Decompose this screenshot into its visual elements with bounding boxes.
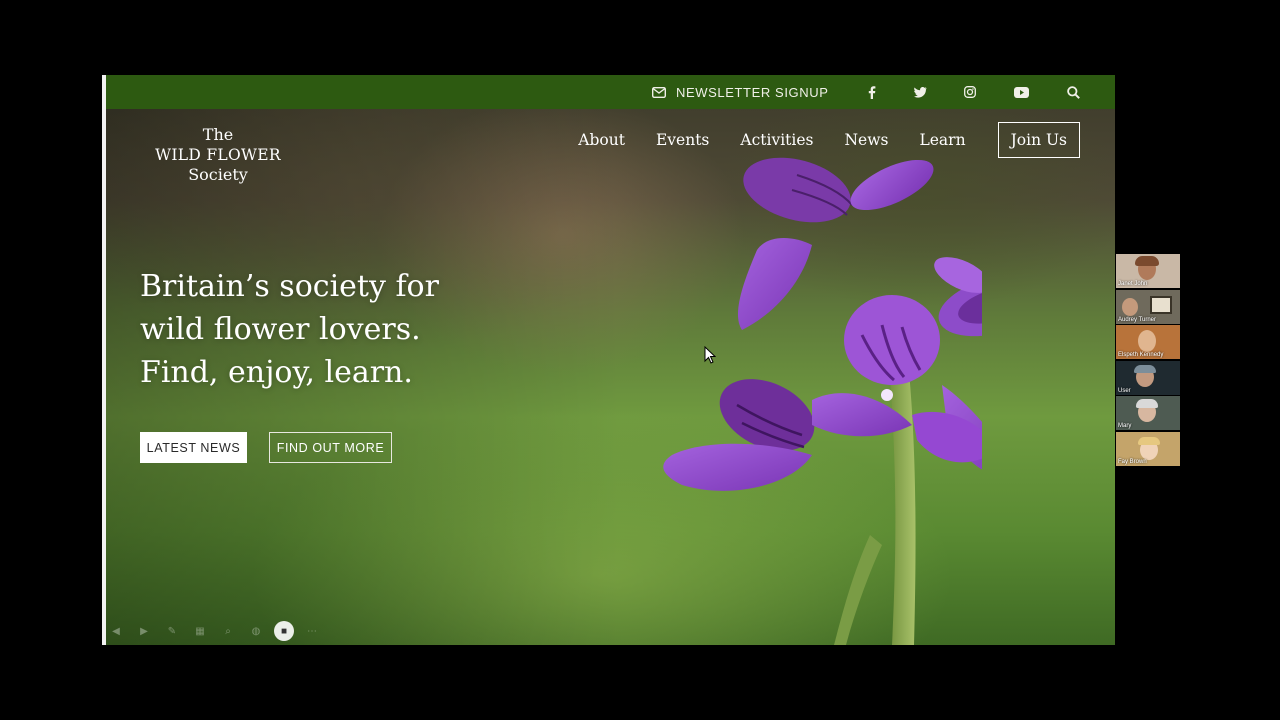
participant-name: Audrey Turner [1118, 316, 1157, 323]
newsletter-label: NEWSLETTER SIGNUP [676, 84, 829, 100]
orchid-flower-image [663, 157, 982, 645]
participant-name: Mary [1118, 423, 1132, 429]
participant-tile[interactable]: Audrey Turner [1116, 289, 1180, 324]
participant-tile[interactable]: Elspeth Kennedy [1116, 325, 1180, 359]
logo-line-the: The [202, 125, 234, 144]
shared-screen: NEWSLETTER SIGNUP The WILD FLOWER Societ… [102, 75, 1115, 645]
slides-grid-icon[interactable]: ▦ [190, 621, 210, 641]
participant-tile[interactable]: Mary [1116, 396, 1180, 430]
camera-icon[interactable]: ■ [274, 621, 294, 641]
headline-line-2: wild flower lovers. [140, 312, 421, 347]
join-us-button[interactable]: Join Us [997, 122, 1080, 158]
participant-name: Fay Brown [1118, 458, 1147, 465]
nav-news[interactable]: News [844, 131, 888, 149]
zoom-icon[interactable]: ⌕ [218, 621, 238, 641]
newsletter-signup-link[interactable]: NEWSLETTER SIGNUP [652, 75, 829, 109]
participant-tile[interactable]: User [1116, 360, 1180, 395]
nav-activities[interactable]: Activities [740, 131, 813, 149]
top-utility-bar: NEWSLETTER SIGNUP [102, 75, 1115, 109]
participant-name: User [1118, 387, 1131, 394]
participant-tile[interactable]: Fay Brown [1116, 431, 1180, 466]
more-options-icon[interactable]: ⋯ [302, 621, 322, 641]
logo-line-society: Society [188, 165, 248, 184]
find-out-more-button[interactable]: FIND OUT MORE [269, 432, 392, 463]
presentation-toolbar: ◀ ▶ ✎ ▦ ⌕ ◍ ■ ⋯ [106, 621, 322, 641]
participant-name: Janet John [1118, 281, 1148, 287]
facebook-icon[interactable] [861, 75, 883, 109]
subtitles-icon[interactable]: ◍ [246, 621, 266, 641]
main-navigation: About Events Activities News Learn Join … [547, 122, 1080, 158]
hero-headline: Britain’s society for wild flower lovers… [140, 265, 439, 394]
pen-icon[interactable]: ✎ [162, 621, 182, 641]
headline-line-3: Find, enjoy, learn. [140, 355, 413, 390]
logo-line-wild-flower: WILD FLOWER [155, 146, 281, 164]
participant-name: Elspeth Kennedy [1118, 352, 1164, 358]
mouse-cursor-icon [704, 346, 716, 364]
latest-news-button[interactable]: LATEST NEWS [140, 432, 247, 463]
search-icon[interactable] [1062, 75, 1084, 109]
participant-tile[interactable]: Janet John [1116, 254, 1180, 288]
instagram-icon[interactable] [959, 75, 981, 109]
youtube-icon[interactable] [1010, 75, 1032, 109]
previous-slide-icon[interactable]: ◀ [106, 621, 126, 641]
nav-learn[interactable]: Learn [919, 131, 965, 149]
nav-events[interactable]: Events [656, 131, 709, 149]
nav-about[interactable]: About [578, 131, 625, 149]
headline-line-1: Britain’s society for [140, 269, 439, 304]
twitter-icon[interactable] [909, 75, 931, 109]
site-logo[interactable]: The WILD FLOWER Society [140, 125, 296, 185]
envelope-icon [652, 86, 666, 98]
next-slide-icon[interactable]: ▶ [134, 621, 154, 641]
participants-panel: Janet John Audrey Turner Elspeth Kennedy… [1116, 254, 1180, 467]
